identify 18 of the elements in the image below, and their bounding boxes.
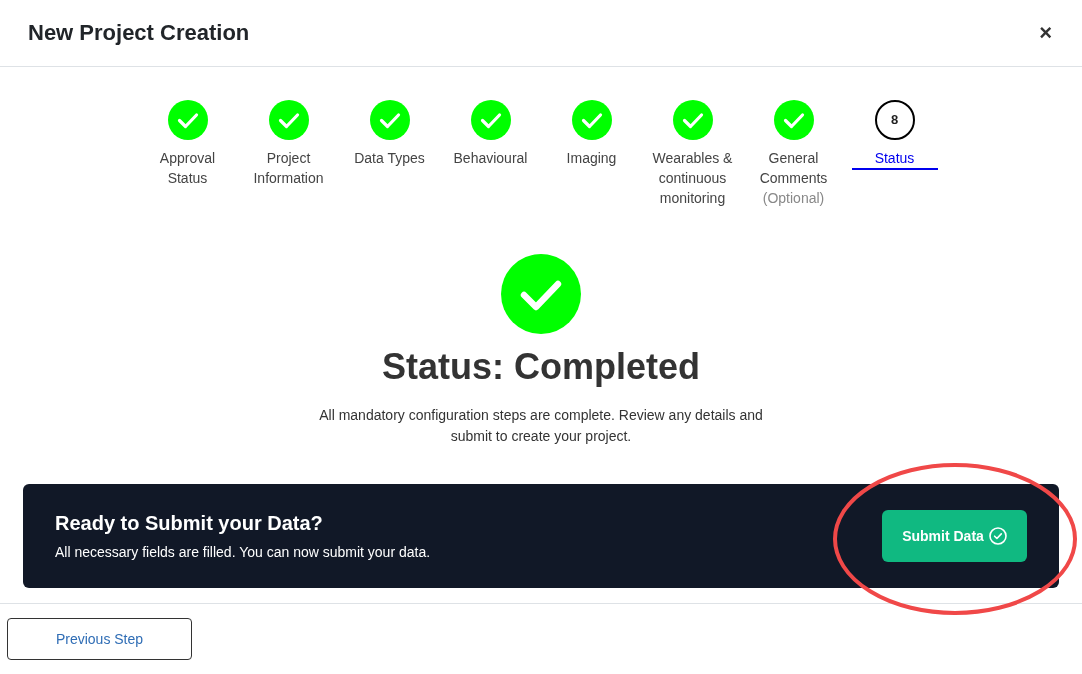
step-label[interactable]: Behavioural [447, 148, 534, 170]
status-message: All mandatory configuration steps are complete. Review any details and submit to create your project. [318, 406, 764, 446]
panel-title: Ready to Submit your Data? [55, 511, 324, 536]
step-label[interactable]: Wearables & continuous monitoring [649, 148, 736, 210]
step-label[interactable]: Status [851, 148, 938, 170]
previous-step-button[interactable]: Previous Step [7, 618, 192, 660]
step-note: (Optional) [761, 189, 826, 208]
dialog-title: New Project Creation [28, 19, 250, 47]
panel-message: All necessary fields are filled. You can now submit your data. [55, 543, 431, 562]
status-heading: Status: Completed [382, 347, 700, 387]
step-label[interactable]: Project Information [245, 148, 332, 190]
close-button[interactable]: × [1035, 22, 1056, 44]
step-label[interactable]: Imaging [548, 148, 635, 170]
circle-check-icon [988, 527, 1007, 545]
step-number: 8 [874, 100, 915, 140]
step-label[interactable]: General Comments [750, 148, 837, 190]
step-label[interactable]: Approval Status [144, 148, 231, 190]
step-label[interactable]: Data Types [346, 148, 433, 170]
